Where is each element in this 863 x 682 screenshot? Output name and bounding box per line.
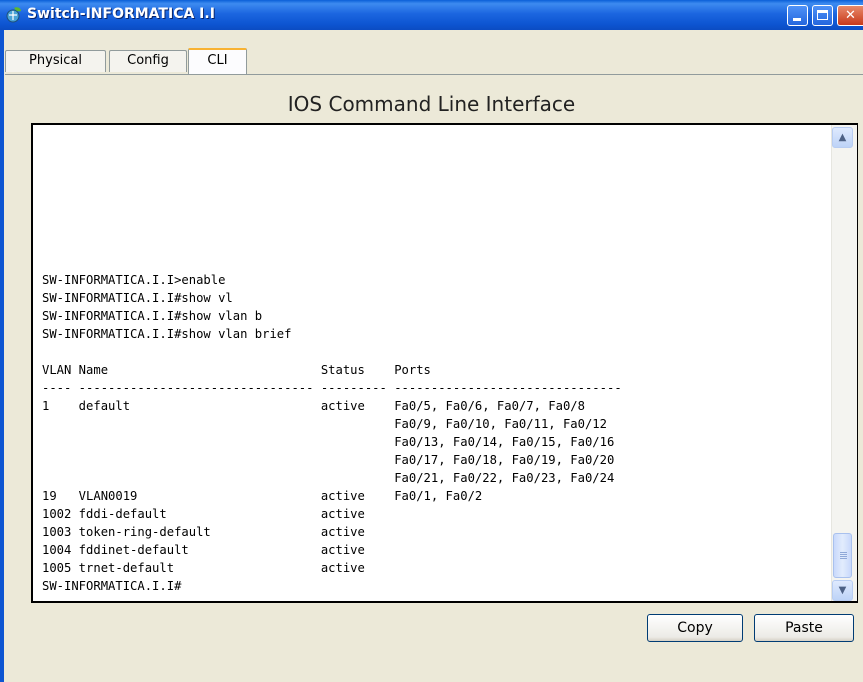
minimize-icon: [793, 18, 801, 21]
tab-cli[interactable]: CLI: [188, 48, 247, 74]
tab-config[interactable]: Config: [109, 50, 187, 72]
vertical-scrollbar[interactable]: [831, 125, 857, 601]
chevron-up-icon: ▲: [838, 132, 847, 143]
maximize-icon: [817, 10, 828, 20]
close-icon: ✕: [845, 8, 856, 23]
window-border: [0, 30, 4, 682]
tab-bar: Physical Config CLI: [0, 30, 863, 75]
copy-button[interactable]: Copy: [647, 614, 743, 642]
chevron-down-icon: ▼: [838, 585, 847, 596]
cli-terminal[interactable]: SW-INFORMATICA.I.I>enable SW-INFORMATICA…: [31, 123, 858, 603]
cli-heading: IOS Command Line Interface: [287, 92, 576, 116]
close-button[interactable]: ✕: [837, 5, 863, 26]
window-title: Switch-INFORMATICA I.I: [27, 6, 215, 22]
tab-physical[interactable]: Physical: [5, 50, 106, 72]
scroll-down-button[interactable]: ▼: [832, 580, 853, 601]
minimize-button[interactable]: [787, 5, 808, 26]
tab-divider: [5, 74, 863, 75]
scroll-up-button[interactable]: ▲: [832, 127, 853, 148]
packet-tracer-icon: [6, 7, 21, 23]
app-window: Switch-INFORMATICA I.I ✕ Physical Config…: [0, 0, 863, 682]
title-bar[interactable]: Switch-INFORMATICA I.I ✕: [0, 0, 863, 30]
grip-icon: [840, 552, 847, 559]
maximize-button[interactable]: [812, 5, 833, 26]
terminal-output[interactable]: SW-INFORMATICA.I.I>enable SW-INFORMATICA…: [42, 271, 622, 595]
scroll-thumb[interactable]: [833, 533, 852, 578]
paste-button[interactable]: Paste: [754, 614, 854, 642]
